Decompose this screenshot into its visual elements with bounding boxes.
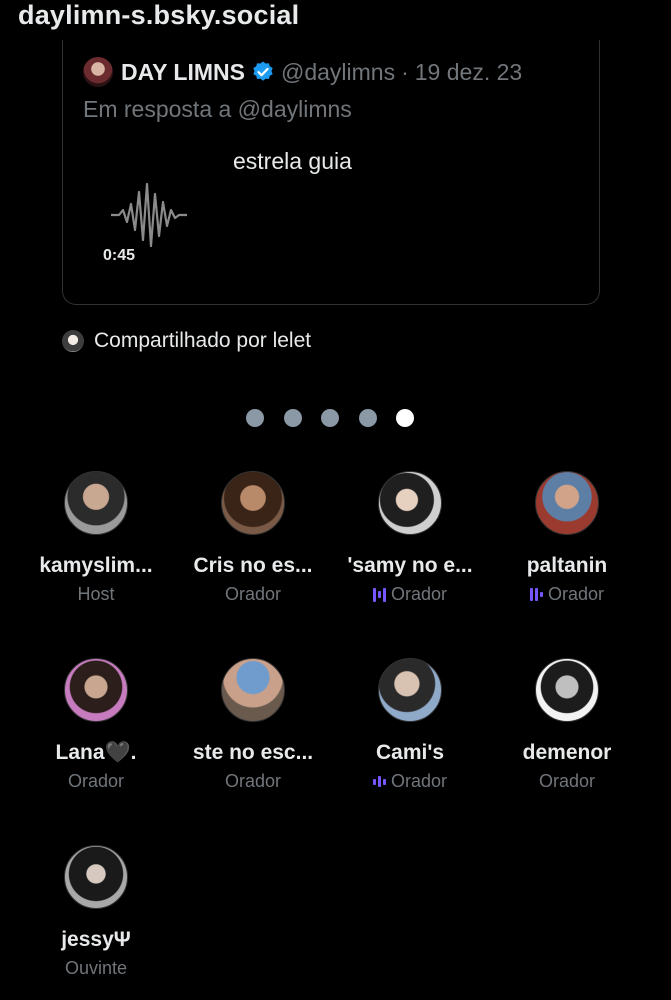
participant-name: kamyslim... xyxy=(39,554,153,577)
role-label: Orador xyxy=(390,771,448,791)
participant-role: Ouvinte xyxy=(18,958,174,979)
participant-avatar[interactable] xyxy=(221,658,285,722)
participant[interactable]: kamyslim... Host xyxy=(18,471,174,605)
participant[interactable]: Cris no es... Orador xyxy=(175,471,331,605)
role-label: Orador xyxy=(538,771,596,791)
participant-role: Orador xyxy=(489,771,645,792)
participant-name: paltanin xyxy=(526,554,608,577)
participant-name: Lana🖤. xyxy=(55,741,137,764)
participant-name: Cami's xyxy=(375,741,445,764)
role-label: Host xyxy=(77,584,115,604)
role-label: Orador xyxy=(547,584,605,604)
speaking-icon xyxy=(372,587,388,603)
speaking-icon xyxy=(372,774,388,790)
participant[interactable]: ʹsamy no e... Orador xyxy=(332,471,488,605)
participant[interactable]: paltanin Orador xyxy=(489,471,645,605)
participant-avatar[interactable] xyxy=(221,471,285,535)
role-label: Orador xyxy=(67,771,125,791)
participant-avatar[interactable] xyxy=(535,471,599,535)
participant-role: Host xyxy=(18,584,174,605)
role-label: Orador xyxy=(224,584,282,604)
participant[interactable]: demenor Orador xyxy=(489,658,645,792)
participant-name: jessyΨ xyxy=(61,928,131,951)
participant-role: Orador xyxy=(18,771,174,792)
participant-role: Orador xyxy=(175,584,331,605)
participant-avatar[interactable] xyxy=(64,845,128,909)
participant[interactable]: ste no esc... Orador xyxy=(175,658,331,792)
participant-name: Cris no es... xyxy=(193,554,313,577)
participant-role: Orador xyxy=(332,771,488,792)
participant-role: Orador xyxy=(332,584,488,605)
participant-name: ʹsamy no e... xyxy=(347,554,473,577)
participant-avatar[interactable] xyxy=(64,658,128,722)
participant-avatar[interactable] xyxy=(535,658,599,722)
participant[interactable]: Lana🖤. Orador xyxy=(18,658,174,792)
participant-avatar[interactable] xyxy=(378,471,442,535)
participants-grid: kamyslim... Host Cris no es... Orador ʹs… xyxy=(0,0,671,1000)
participant-name: demenor xyxy=(522,741,612,764)
participant[interactable]: jessyΨ Ouvinte xyxy=(18,845,174,979)
participant-role: Orador xyxy=(489,584,645,605)
participant-avatar[interactable] xyxy=(64,471,128,535)
participant-role: Orador xyxy=(175,771,331,792)
role-label: Orador xyxy=(224,771,282,791)
participant-name: ste no esc... xyxy=(192,741,314,764)
speaking-icon xyxy=(529,587,545,603)
role-label: Ouvinte xyxy=(64,958,128,978)
participant[interactable]: Cami's Orador xyxy=(332,658,488,792)
role-label: Orador xyxy=(390,584,448,604)
participant-avatar[interactable] xyxy=(378,658,442,722)
